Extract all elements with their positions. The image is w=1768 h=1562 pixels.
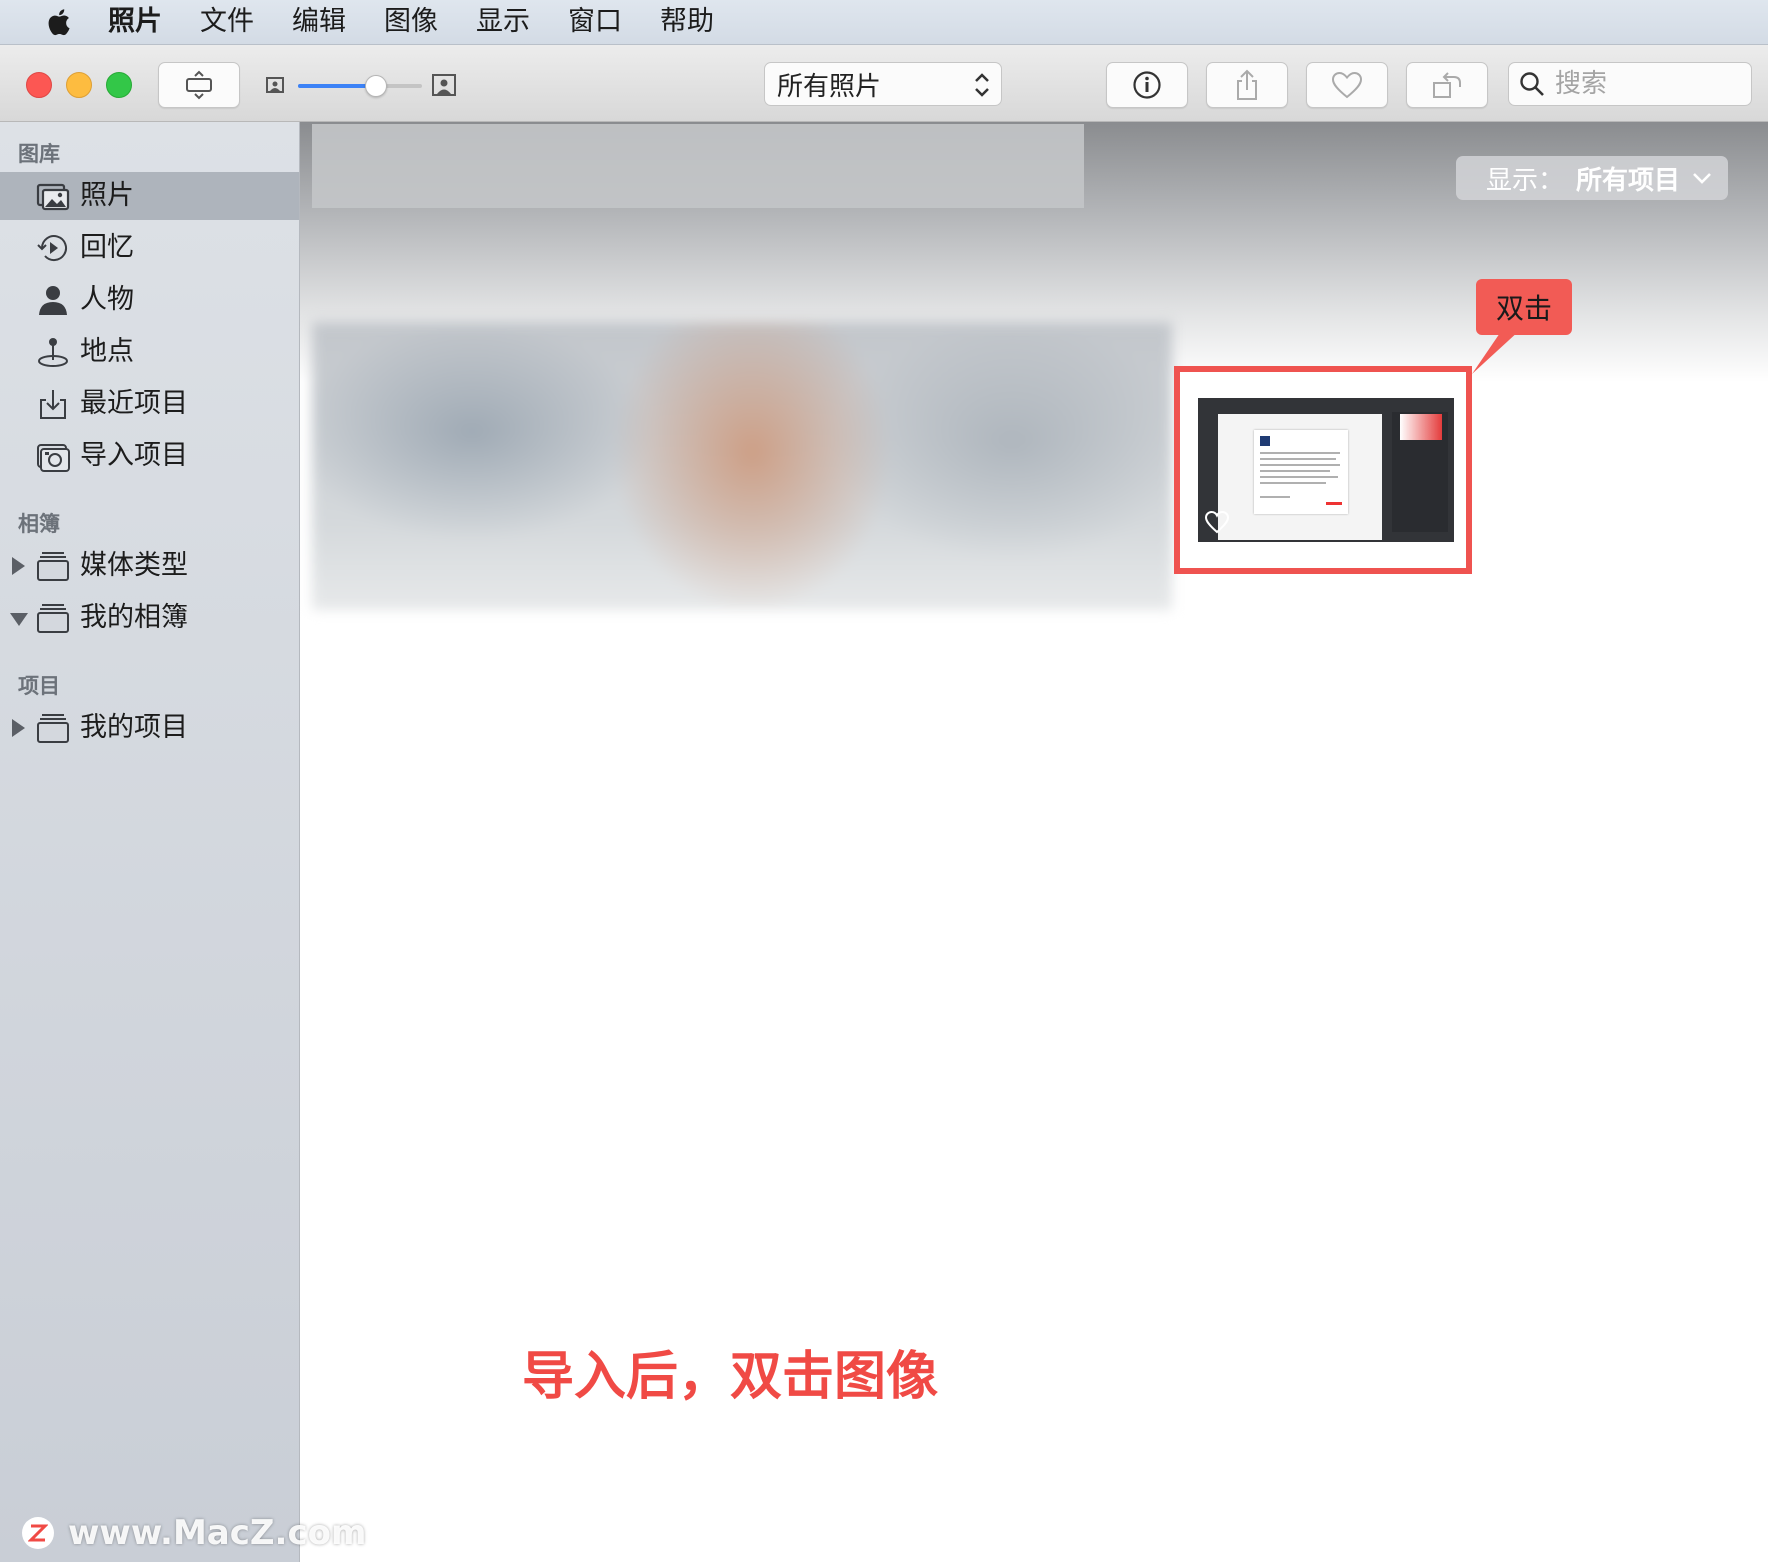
large-photo-icon — [432, 74, 456, 96]
preview-dialog — [1254, 430, 1348, 514]
sidebar-item-label: 我的项目 — [80, 712, 188, 743]
macz-logo-icon — [22, 1517, 54, 1549]
toggle-sidebar-button[interactable] — [158, 62, 240, 108]
menu-edit[interactable]: 编辑 — [292, 0, 346, 44]
toggle-sidebar-icon — [186, 70, 212, 100]
preview-color-picker — [1400, 414, 1442, 440]
tutorial-subtitle: 导入后，双击图像 — [521, 1347, 938, 1407]
recent-icon — [40, 390, 66, 419]
menu-help[interactable]: 帮助 — [660, 0, 714, 44]
photo-thumbnail-selected[interactable] — [1174, 366, 1472, 574]
preview-text-line — [1260, 470, 1330, 472]
sidebar-item-imports[interactable]: 导入项目 — [0, 432, 299, 480]
blurred-title-area — [312, 124, 1084, 208]
sidebar-item-places[interactable]: 地点 — [0, 328, 299, 376]
sidebar-item-my-projects[interactable]: 我的项目 — [0, 704, 299, 752]
show-filter-dropdown[interactable]: 显示： 所有项目 — [1456, 156, 1728, 200]
rotate-button[interactable] — [1406, 62, 1488, 108]
sidebar-item-label: 照片 — [80, 180, 134, 211]
small-photo-icon — [266, 77, 284, 93]
window-toolbar: 所有照片 — [0, 45, 1768, 122]
menu-image[interactable]: 图像 — [384, 0, 438, 44]
sidebar-item-photos[interactable]: 照片 — [0, 172, 299, 220]
watermark-text: www.MacZ.com — [68, 1513, 367, 1553]
heart-icon[interactable] — [1204, 510, 1230, 534]
preview-logo-mark — [1326, 502, 1342, 505]
preview-text-line — [1260, 458, 1336, 460]
sidebar-item-label: 人物 — [80, 284, 134, 315]
rotate-icon — [1433, 72, 1461, 98]
info-button[interactable] — [1106, 62, 1188, 108]
callout-pointer — [1472, 330, 1520, 374]
view-popup[interactable]: 所有照片 — [764, 62, 1002, 106]
preview-side-panel — [1392, 412, 1448, 532]
zoom-slider[interactable] — [266, 71, 460, 101]
apple-logo-icon[interactable] — [38, 7, 78, 37]
double-click-callout: 双击 — [1476, 279, 1572, 335]
favorite-button[interactable] — [1306, 62, 1388, 108]
view-popup-value: 所有照片 — [777, 71, 882, 102]
heart-icon — [1331, 71, 1363, 99]
app-badge-icon — [1260, 436, 1270, 446]
zoom-window-button[interactable] — [106, 72, 132, 98]
folder-icon — [37, 604, 69, 633]
sidebar-item-label: 地点 — [80, 336, 134, 367]
sidebar-item-label: 回忆 — [80, 232, 134, 263]
share-button[interactable] — [1206, 62, 1288, 108]
preview-document — [1218, 414, 1382, 540]
blurred-photo-thumbnail[interactable] — [312, 322, 1172, 610]
z-letter-icon — [28, 1524, 48, 1542]
sidebar-item-recent[interactable]: 最近项目 — [0, 380, 299, 428]
preview-text-line — [1260, 482, 1326, 484]
chevron-down-icon — [1693, 173, 1711, 184]
close-window-button[interactable] — [26, 72, 52, 98]
sidebar-item-my-albums[interactable]: 我的相簿 — [0, 594, 299, 642]
preview-text-line — [1260, 496, 1290, 498]
preview-text-line — [1260, 464, 1340, 466]
sidebar-item-people[interactable]: 人物 — [0, 276, 299, 324]
menu-file[interactable]: 文件 — [200, 0, 254, 44]
search-input[interactable] — [1553, 68, 1747, 100]
memories-icon — [37, 235, 67, 262]
menu-view[interactable]: 显示 — [476, 0, 530, 44]
menu-photos[interactable]: 照片 — [108, 0, 162, 44]
search-icon — [1520, 72, 1544, 96]
zoom-slider-track[interactable] — [298, 75, 422, 97]
menu-bar: 照片 文件 编辑 图像 显示 窗口 帮助 — [0, 0, 1768, 45]
site-watermark: www.MacZ.com — [22, 1513, 367, 1553]
search-field[interactable] — [1508, 62, 1752, 106]
sidebar-item-label: 导入项目 — [80, 440, 188, 471]
projects-header: 项目 — [18, 674, 60, 698]
show-filter-label: 显示： — [1486, 165, 1565, 196]
up-down-arrows-icon — [975, 73, 989, 97]
info-icon — [1133, 71, 1161, 99]
share-icon — [1237, 69, 1257, 100]
photos-icon — [36, 183, 70, 211]
zoom-slider-knob[interactable] — [364, 75, 387, 97]
pin-icon — [38, 338, 68, 367]
preview-text-line — [1260, 452, 1340, 454]
sidebar-item-label: 最近项目 — [80, 388, 188, 419]
zoom-slider-fill — [298, 84, 375, 88]
preview-text-line — [1260, 476, 1338, 478]
sidebar-item-label: 媒体类型 — [80, 550, 188, 581]
menu-window[interactable]: 窗口 — [568, 0, 622, 44]
library-header: 图库 — [18, 142, 60, 166]
disclosure-triangle-down-icon[interactable] — [10, 613, 28, 626]
sidebar-item-memories[interactable]: 回忆 — [0, 224, 299, 272]
minimize-window-button[interactable] — [66, 72, 92, 98]
sidebar-item-label: 我的相簿 — [80, 602, 188, 633]
show-filter-value: 所有项目 — [1576, 165, 1681, 196]
callout-text: 双击 — [1495, 292, 1552, 325]
sidebar: 图库 照片 回忆 人物 地点 最近项目 导入项目 相簿 媒体类型 我的相簿 项目… — [0, 122, 300, 1562]
disclosure-triangle-right-icon[interactable] — [12, 557, 25, 575]
sidebar-item-media-types[interactable]: 媒体类型 — [0, 542, 299, 590]
camera-icon — [37, 444, 70, 472]
folder-icon — [37, 552, 69, 581]
disclosure-triangle-right-icon[interactable] — [12, 719, 25, 737]
person-icon — [39, 286, 67, 315]
screenshot-preview — [1198, 398, 1454, 542]
folder-icon — [37, 714, 69, 743]
albums-header: 相簿 — [18, 512, 60, 536]
